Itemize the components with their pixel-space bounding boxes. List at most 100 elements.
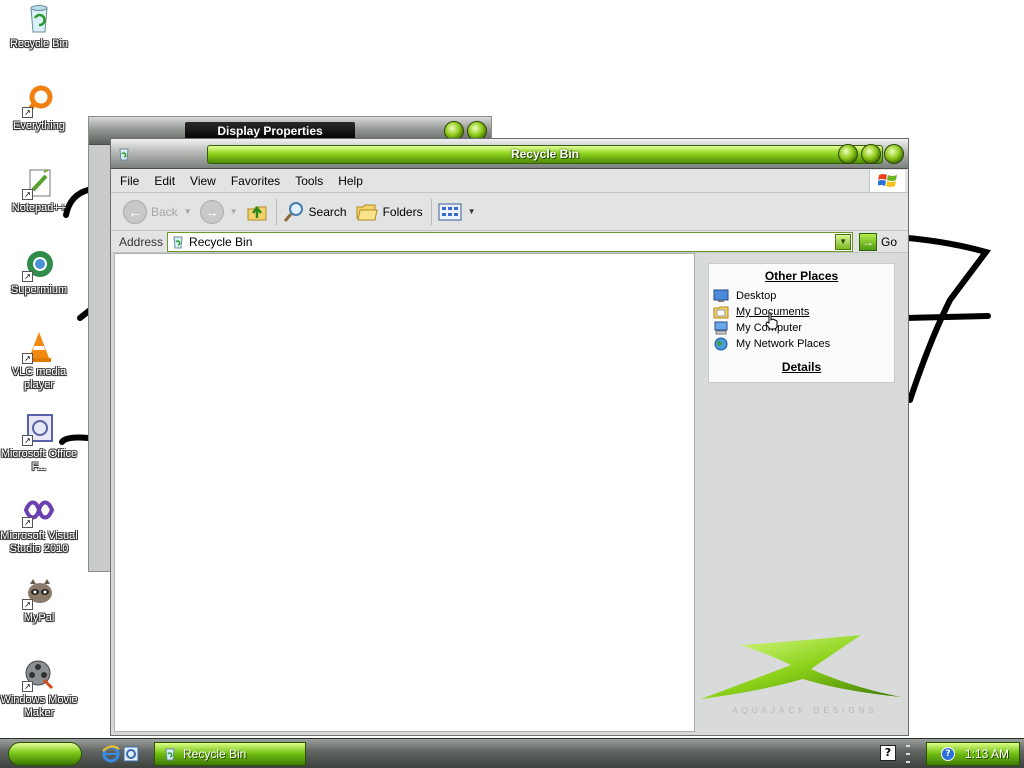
recycle-bin-window[interactable]: Recycle Bin File Edit View Favorites Too… <box>110 138 909 736</box>
link-label: My Network Places <box>736 338 831 350</box>
x-logo-icon <box>701 635 901 699</box>
clock-time: 1:13 AM <box>965 747 1010 761</box>
visual-studio-icon: ↗ <box>22 494 56 528</box>
desktop-icon-supermium[interactable]: ↗ Supermium <box>0 248 78 297</box>
menu-bar: File Edit View Favorites Tools Help <box>111 169 908 193</box>
address-dropdown-button[interactable]: ▼ <box>835 233 852 250</box>
minimize-button[interactable] <box>838 144 858 164</box>
task-pane: Other Places Desktop My Documents My Com… <box>697 253 907 732</box>
standard-toolbar: ← Back ▼ → ▼ Search Folders ▼ <box>111 193 908 231</box>
info-icon[interactable]: ? <box>941 747 955 761</box>
other-places-heading[interactable]: Other Places <box>709 269 894 283</box>
link-desktop[interactable]: Desktop <box>713 288 894 304</box>
back-button[interactable]: ← Back ▼ <box>123 199 192 224</box>
help-icon[interactable]: ? <box>880 745 896 761</box>
taskbar-item-label: Recycle Bin <box>183 747 247 761</box>
menu-favorites[interactable]: Favorites <box>231 174 280 188</box>
movie-maker-icon: ↗ <box>22 658 56 692</box>
aquajack-x-logo: AQUAJACK DESIGNS <box>701 635 905 725</box>
brand-text: AQUAJACK DESIGNS <box>732 706 878 715</box>
search-button[interactable]: Search <box>283 201 347 223</box>
up-folder-icon <box>247 205 267 220</box>
taskbar-item-recycle-bin[interactable]: Recycle Bin <box>154 742 306 766</box>
internet-explorer-icon[interactable] <box>102 745 120 763</box>
mypal-raccoon-icon: ↗ <box>22 576 56 610</box>
link-my-computer[interactable]: My Computer <box>713 320 894 336</box>
chevron-down-icon[interactable]: ▼ <box>230 207 238 216</box>
go-arrow-icon: → <box>859 232 878 251</box>
go-button[interactable]: → Go <box>859 232 898 251</box>
menu-view[interactable]: View <box>190 174 216 188</box>
link-label: Desktop <box>736 290 777 302</box>
hand-cursor-icon <box>765 312 778 330</box>
my-computer-icon <box>714 321 728 335</box>
desktop-icon-notepad-plus-plus[interactable]: ↗ Notepad++ <box>0 166 78 215</box>
everything-search-icon: ↗ <box>22 84 56 118</box>
address-bar: Address Recycle Bin ▼ → Go <box>111 231 908 253</box>
recycle-bin-icon <box>119 148 129 161</box>
desktop-icon-vlc[interactable]: ↗ VLC media player <box>0 330 78 392</box>
maximize-button[interactable] <box>861 144 881 164</box>
desktop-icon-office-frontpage[interactable]: ↗ Microsoft Office F... <box>0 412 78 474</box>
address-input[interactable]: Recycle Bin ▼ <box>167 231 854 252</box>
office-frontpage-icon: ↗ <box>22 412 56 446</box>
desktop-icon-label: Notepad++ <box>11 202 67 214</box>
desktop-icon-label: MyPal <box>23 612 55 624</box>
desktop-icon-recycle-bin[interactable]: Recycle Bin <box>0 2 78 51</box>
vlc-cone-icon: ↗ <box>22 330 56 364</box>
chevron-down-icon[interactable]: ▼ <box>468 207 476 216</box>
windows-logo-icon <box>869 170 905 192</box>
menu-edit[interactable]: Edit <box>154 174 175 188</box>
desktop-icon-label: Everything <box>13 120 65 132</box>
link-my-network-places[interactable]: My Network Places <box>713 336 894 352</box>
close-button[interactable] <box>884 144 904 164</box>
chevron-down-icon[interactable]: ▼ <box>184 207 192 216</box>
desktop-icon <box>713 289 729 302</box>
folders-button[interactable]: Folders <box>355 202 423 222</box>
network-globe-icon <box>714 337 728 351</box>
desktop-icon-label: Microsoft Visual Studio 2010 <box>0 530 78 555</box>
toolbar-separator <box>275 198 277 225</box>
toolbar-separator <box>430 198 432 225</box>
recycle-bin-icon <box>165 748 175 761</box>
desktop-icon-everything[interactable]: ↗ Everything <box>0 84 78 133</box>
views-grid-icon <box>438 203 462 220</box>
search-label: Search <box>308 204 347 219</box>
start-button[interactable] <box>8 742 82 766</box>
show-desktop-icon[interactable] <box>122 745 140 763</box>
views-button[interactable]: ▼ <box>438 202 476 222</box>
desktop-icon-label: Microsoft Office F... <box>0 448 78 473</box>
tray-grip-icon[interactable] <box>904 742 912 766</box>
link-my-documents[interactable]: My Documents <box>713 304 894 320</box>
folders-icon <box>356 204 378 220</box>
desktop-icon-visual-studio[interactable]: ↗ Microsoft Visual Studio 2010 <box>0 494 78 556</box>
desktop-icon-label: VLC media player <box>11 366 67 391</box>
browser-icon: ↗ <box>22 248 56 282</box>
recycle-bin-icon <box>173 236 183 248</box>
system-tray-clock[interactable]: ? 1:13 AM <box>926 742 1020 766</box>
desktop-icon-movie-maker[interactable]: ↗ Windows Movie Maker <box>0 658 78 720</box>
taskbar: Recycle Bin ? ? 1:13 AM <box>0 738 1024 768</box>
desktop-icon-label: Supermium <box>10 284 68 296</box>
my-documents-folder-icon <box>713 306 729 319</box>
window-title: Recycle Bin <box>207 145 883 164</box>
address-value: Recycle Bin <box>189 234 253 249</box>
menu-file[interactable]: File <box>120 174 139 188</box>
desktop-icon-mypal[interactable]: ↗ MyPal <box>0 576 78 625</box>
back-label: Back <box>151 204 178 219</box>
menu-tools[interactable]: Tools <box>295 174 323 188</box>
go-label: Go <box>881 234 898 249</box>
recycle-bin-icon <box>22 2 56 36</box>
back-arrow-icon: ← <box>123 199 147 224</box>
details-heading[interactable]: Details <box>709 360 894 374</box>
file-list-area[interactable] <box>114 253 695 732</box>
desktop-icon-label: Recycle Bin <box>9 38 69 50</box>
address-label: Address <box>119 234 164 249</box>
window-titlebar[interactable]: Recycle Bin <box>111 139 908 169</box>
up-folder-button[interactable] <box>246 201 268 223</box>
desktop-icon-label: Windows Movie Maker <box>0 694 78 719</box>
menu-help[interactable]: Help <box>338 174 363 188</box>
forward-button[interactable]: → ▼ <box>199 199 238 224</box>
folders-label: Folders <box>382 204 423 219</box>
search-icon <box>283 201 303 222</box>
